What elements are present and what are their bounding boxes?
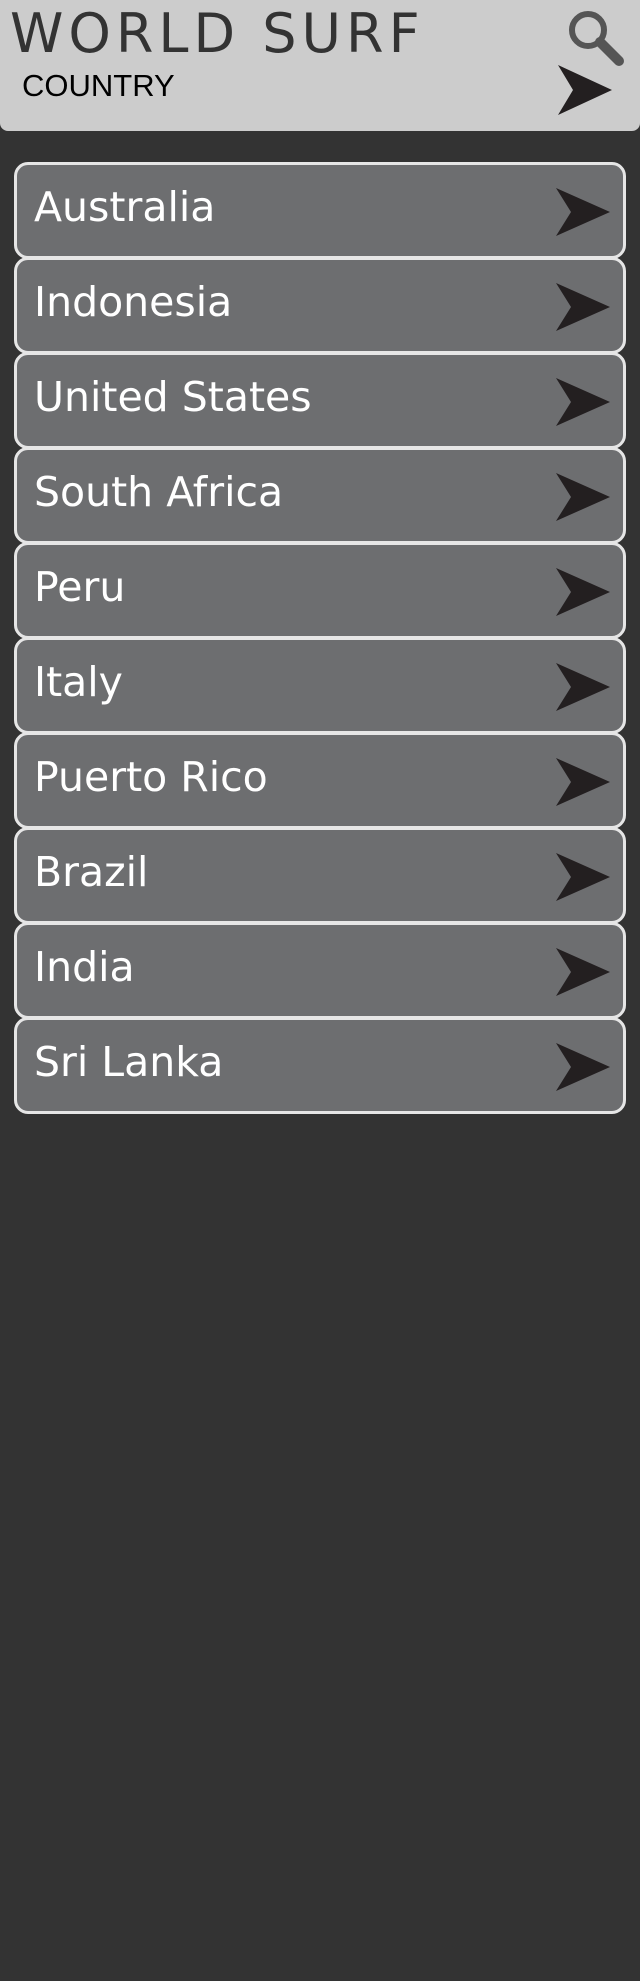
country-name: Sri Lanka bbox=[34, 1038, 224, 1086]
country-item-south-africa[interactable]: South Africa bbox=[14, 447, 626, 544]
arrow-right-icon bbox=[556, 568, 610, 616]
arrow-right-icon bbox=[556, 378, 610, 426]
arrow-right-icon bbox=[556, 758, 610, 806]
country-name: United States bbox=[34, 373, 312, 421]
country-item-united-states[interactable]: United States bbox=[14, 352, 626, 449]
arrow-right-icon bbox=[556, 663, 610, 711]
arrow-right-icon bbox=[556, 1043, 610, 1091]
country-item-puerto-rico[interactable]: Puerto Rico bbox=[14, 732, 626, 829]
country-name: Italy bbox=[34, 658, 123, 706]
arrow-right-icon bbox=[556, 283, 610, 331]
country-item-indonesia[interactable]: Indonesia bbox=[14, 257, 626, 354]
app-title: WORLD SURF bbox=[10, 2, 425, 65]
country-name: South Africa bbox=[34, 468, 284, 516]
country-item-sri-lanka[interactable]: Sri Lanka bbox=[14, 1017, 626, 1114]
country-item-peru[interactable]: Peru bbox=[14, 542, 626, 639]
country-name: Australia bbox=[34, 183, 216, 231]
arrow-right-icon bbox=[556, 473, 610, 521]
search-button[interactable] bbox=[566, 8, 626, 68]
app-header: WORLD SURF COUNTRY bbox=[0, 0, 640, 131]
country-name: Puerto Rico bbox=[34, 753, 268, 801]
country-item-india[interactable]: India bbox=[14, 922, 626, 1019]
arrow-right-icon bbox=[558, 65, 612, 115]
arrow-right-icon bbox=[556, 188, 610, 236]
country-item-brazil[interactable]: Brazil bbox=[14, 827, 626, 924]
country-item-australia[interactable]: Australia bbox=[14, 162, 626, 259]
country-name: India bbox=[34, 943, 135, 991]
country-item-italy[interactable]: Italy bbox=[14, 637, 626, 734]
country-name: Brazil bbox=[34, 848, 149, 896]
country-name: Indonesia bbox=[34, 278, 233, 326]
section-label: COUNTRY bbox=[22, 68, 175, 103]
country-list: Australia Indonesia United States South … bbox=[14, 162, 626, 1114]
search-icon bbox=[569, 11, 624, 66]
arrow-right-icon bbox=[556, 853, 610, 901]
country-name: Peru bbox=[34, 563, 126, 611]
arrow-right-icon bbox=[556, 948, 610, 996]
header-forward-button[interactable] bbox=[556, 64, 614, 116]
